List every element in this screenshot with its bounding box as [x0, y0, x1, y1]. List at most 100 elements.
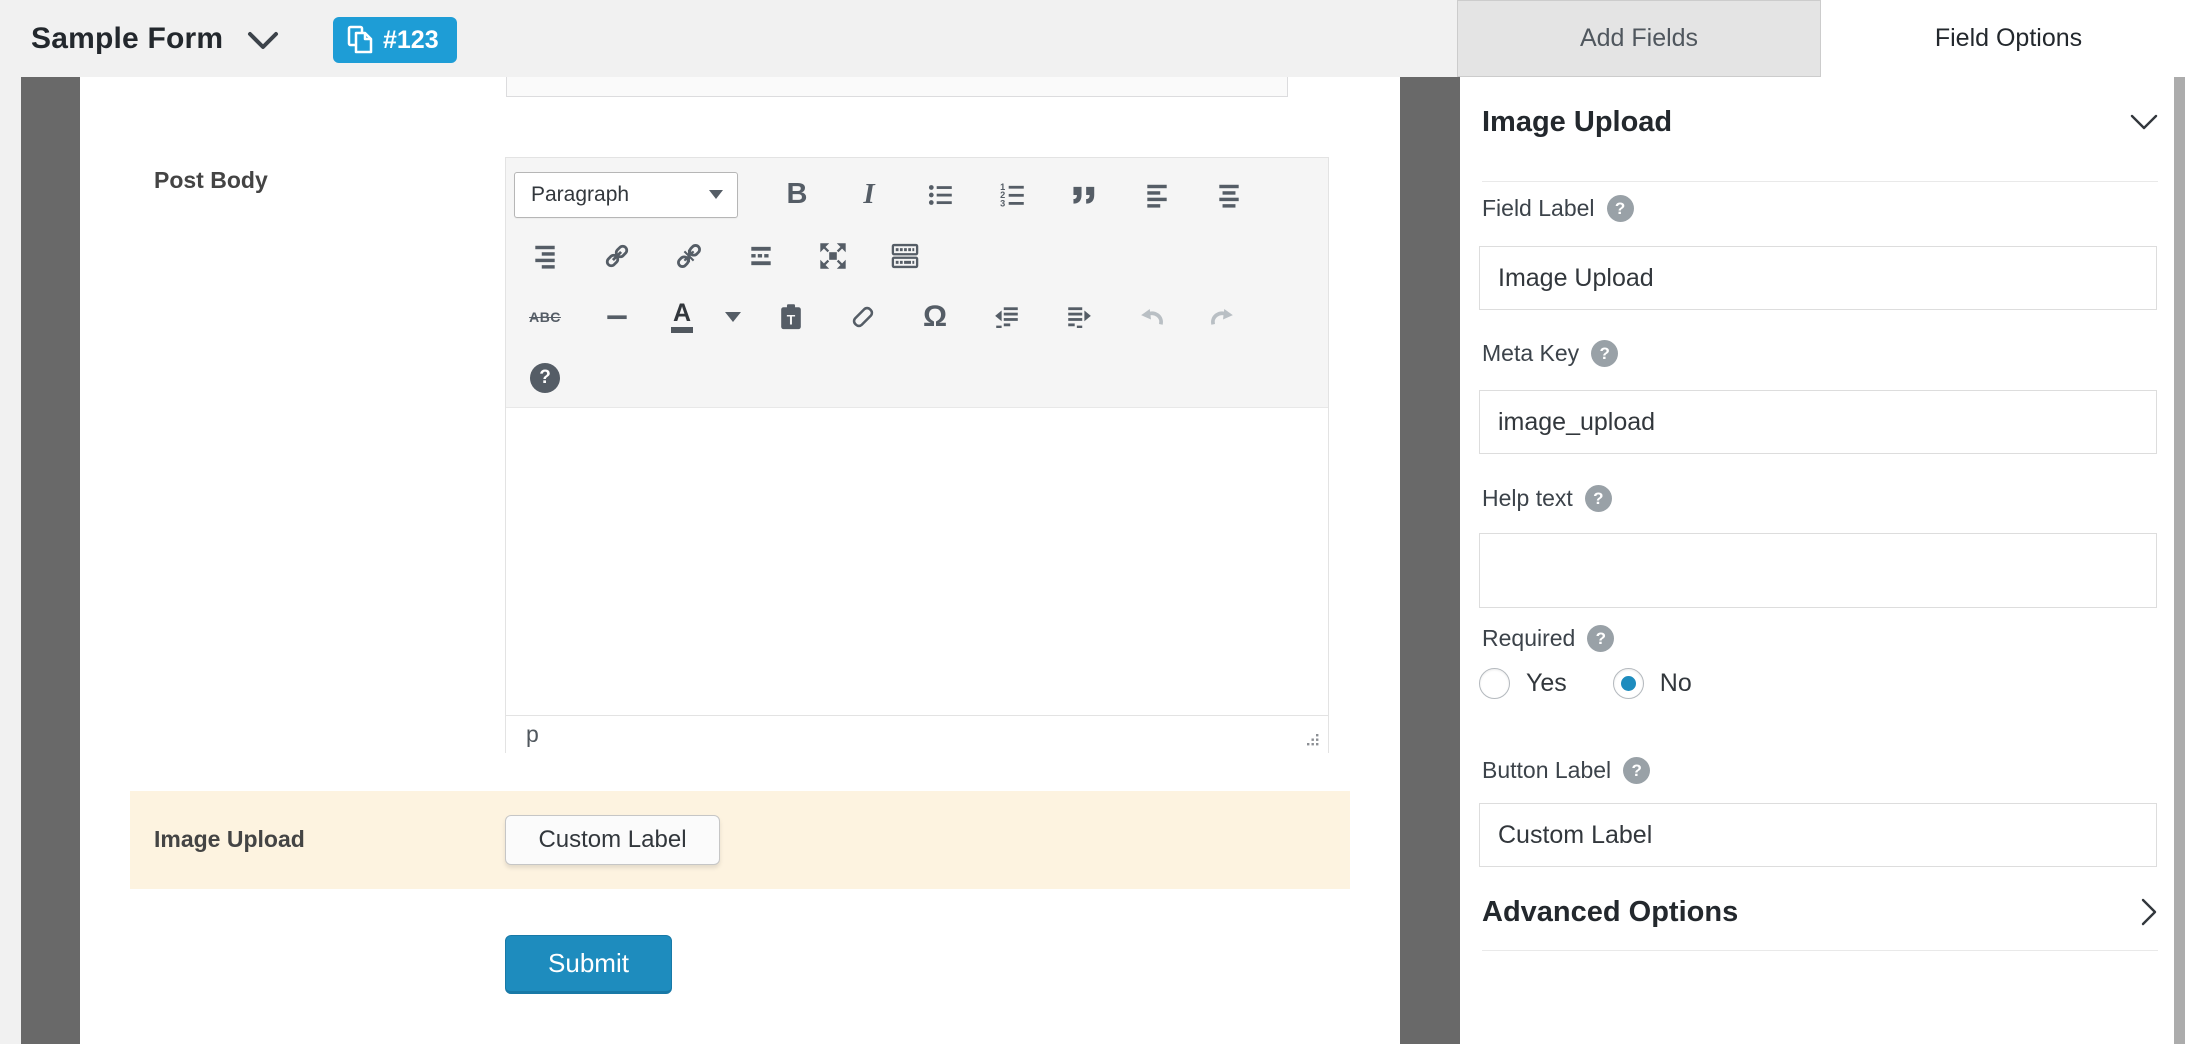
redo-icon: [1207, 301, 1239, 333]
bold-button[interactable]: B: [764, 171, 830, 218]
help-icon[interactable]: ?: [1585, 485, 1612, 512]
chevron-down-icon: [247, 31, 279, 51]
align-left-button[interactable]: [1124, 171, 1190, 218]
required-yes-radio[interactable]: [1479, 668, 1510, 699]
blockquote-icon: [1070, 180, 1100, 210]
help-icon[interactable]: ?: [1587, 625, 1614, 652]
horizontal-rule-button[interactable]: [586, 293, 648, 340]
text-color-icon: A: [671, 301, 693, 333]
outdent-icon: [993, 303, 1021, 331]
editor-toolbar: Paragraph B I 1 2 3: [506, 158, 1328, 407]
advanced-options-title: Advanced Options: [1482, 896, 1738, 929]
special-character-button[interactable]: Ω: [904, 293, 966, 340]
strikethrough-icon: ABC: [529, 309, 561, 325]
clear-formatting-button[interactable]: [832, 293, 894, 340]
paragraph-format-dropdown[interactable]: Paragraph: [514, 172, 738, 218]
tab-field-options-label: Field Options: [1935, 24, 2082, 53]
outdent-button[interactable]: [976, 293, 1038, 340]
meta-key-text: Meta Key: [1482, 340, 1579, 367]
numbered-list-button[interactable]: 1 2 3: [980, 171, 1046, 218]
post-body-rich-text-editor: Paragraph B I 1 2 3: [505, 157, 1329, 753]
text-color-picker-button[interactable]: [716, 293, 750, 340]
help-icon[interactable]: ?: [1591, 340, 1618, 367]
align-right-icon: [531, 242, 559, 270]
section-title: Image Upload: [1482, 106, 1672, 139]
field-label-text: Field Label: [1482, 195, 1595, 222]
resize-grip-icon[interactable]: [1306, 733, 1320, 747]
field-label-input[interactable]: [1479, 246, 2157, 310]
image-upload-field-row[interactable]: Image Upload Custom Label: [130, 791, 1350, 889]
indent-button[interactable]: [1048, 293, 1110, 340]
editor-help-button[interactable]: ?: [514, 354, 576, 401]
unlink-icon: [674, 241, 704, 271]
image-upload-custom-label-button[interactable]: Custom Label: [505, 815, 720, 865]
help-icon[interactable]: ?: [1623, 757, 1650, 784]
editor-content-area[interactable]: [506, 407, 1328, 715]
image-upload-field-label: Image Upload: [154, 826, 305, 853]
text-color-button[interactable]: A: [658, 293, 706, 340]
fullscreen-icon: [818, 241, 848, 271]
svg-text:T: T: [787, 311, 796, 327]
bullet-list-button[interactable]: [908, 171, 974, 218]
entry-count-badge[interactable]: #123: [333, 17, 457, 63]
redo-button[interactable]: [1192, 293, 1254, 340]
undo-button[interactable]: [1120, 293, 1182, 340]
required-no-label[interactable]: No: [1660, 669, 1692, 698]
fullscreen-button[interactable]: [802, 232, 864, 279]
entries-pages-icon: [345, 24, 375, 56]
tab-add-fields-label: Add Fields: [1580, 24, 1698, 53]
special-character-icon: Ω: [923, 300, 947, 334]
undo-icon: [1135, 301, 1167, 333]
help-icon: ?: [530, 363, 560, 393]
tab-field-options[interactable]: Field Options: [1821, 0, 2196, 77]
strikethrough-button[interactable]: ABC: [514, 293, 576, 340]
align-center-icon: [1215, 181, 1243, 209]
align-center-button[interactable]: [1196, 171, 1262, 218]
italic-button[interactable]: I: [836, 171, 902, 218]
bullet-list-icon: [927, 181, 955, 209]
element-path: p: [526, 721, 539, 748]
tab-add-fields[interactable]: Add Fields: [1457, 0, 1821, 77]
italic-icon: I: [863, 178, 874, 211]
paste-as-text-icon: T: [776, 302, 806, 332]
required-text: Required: [1482, 625, 1575, 652]
field-options-section-header[interactable]: Image Upload: [1482, 100, 2158, 144]
form-title-dropdown[interactable]: Sample Form: [31, 0, 279, 77]
chevron-down-icon: [2130, 114, 2158, 131]
advanced-options-header[interactable]: Advanced Options: [1482, 892, 2158, 932]
text-color-caret-icon: [725, 312, 741, 322]
divider: [1482, 181, 2158, 182]
form-title: Sample Form: [31, 22, 223, 56]
svg-text:3: 3: [1000, 198, 1005, 208]
divider: [1482, 950, 2158, 951]
numbered-list-icon: 1 2 3: [999, 181, 1027, 209]
toolbar-toggle-icon: [890, 241, 920, 271]
help-text-input[interactable]: [1479, 533, 2157, 608]
required-label: Required ?: [1482, 625, 1614, 652]
clear-formatting-icon: [848, 302, 878, 332]
meta-key-input[interactable]: [1479, 390, 2157, 454]
insert-link-button[interactable]: [586, 232, 648, 279]
sidebar-scrollbar[interactable]: [2174, 77, 2185, 1044]
editor-status-bar: p: [506, 715, 1328, 753]
chevron-right-icon: [2141, 898, 2158, 926]
submit-button[interactable]: Submit: [505, 935, 672, 994]
read-more-icon: [747, 242, 775, 270]
read-more-tag-button[interactable]: [730, 232, 792, 279]
required-yes-label[interactable]: Yes: [1526, 669, 1567, 698]
toolbar-toggle-button[interactable]: [874, 232, 936, 279]
align-right-button[interactable]: [514, 232, 576, 279]
button-label-input[interactable]: [1479, 803, 2157, 867]
button-label-text: Button Label: [1482, 757, 1611, 784]
remove-link-button[interactable]: [658, 232, 720, 279]
meta-key-label: Meta Key ?: [1482, 340, 1618, 367]
previous-field-input-partial[interactable]: [506, 77, 1288, 97]
chevron-down-icon: [709, 190, 723, 199]
post-body-field-label: Post Body: [154, 167, 268, 194]
blockquote-button[interactable]: [1052, 171, 1118, 218]
help-icon[interactable]: ?: [1607, 195, 1634, 222]
align-left-icon: [1143, 181, 1171, 209]
required-no-radio[interactable]: [1613, 668, 1644, 699]
indent-icon: [1065, 303, 1093, 331]
paste-as-text-button[interactable]: T: [760, 293, 822, 340]
